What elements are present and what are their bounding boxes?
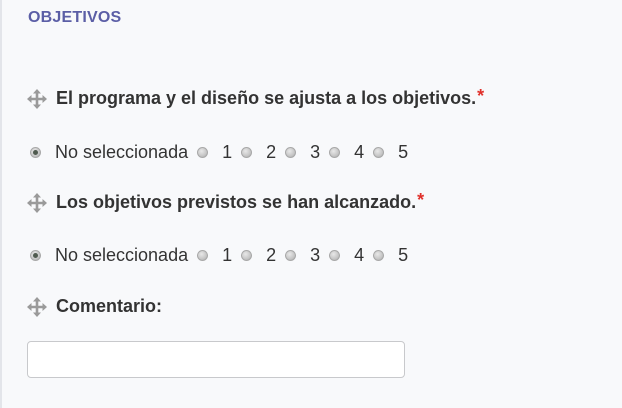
radio-button[interactable] [197, 147, 209, 158]
comment-question: Comentario: [27, 296, 162, 317]
comment-input[interactable] [27, 341, 405, 378]
radio-button[interactable] [241, 250, 253, 261]
option-1[interactable]: 1 [197, 142, 232, 163]
radio-button[interactable] [197, 250, 209, 261]
radio-button[interactable] [241, 147, 253, 158]
option-label: 1 [222, 142, 233, 162]
option-5[interactable]: 5 [373, 142, 408, 163]
option-1[interactable]: 1 [197, 245, 232, 266]
radio-button[interactable] [285, 250, 297, 261]
option-label: 2 [266, 142, 277, 162]
question-label: El programa y el diseño se ajusta a los … [56, 88, 477, 108]
required-asterisk: * [477, 86, 485, 106]
radio-button[interactable] [30, 250, 41, 261]
option-label: 1 [222, 245, 233, 265]
option-5[interactable]: 5 [373, 245, 408, 266]
option-2[interactable]: 2 [241, 245, 276, 266]
move-arrows-icon[interactable] [27, 296, 47, 317]
radio-button[interactable] [285, 147, 297, 158]
radio-button[interactable] [373, 147, 385, 158]
option-4[interactable]: 4 [329, 245, 364, 266]
radio-button[interactable] [329, 250, 341, 261]
radio-button[interactable] [30, 147, 41, 158]
comment-label: Comentario: [56, 296, 163, 316]
option-3[interactable]: 3 [285, 142, 320, 163]
option-3[interactable]: 3 [285, 245, 320, 266]
option-2[interactable]: 2 [241, 142, 276, 163]
question-label: Los objetivos previstos se han alcanzado… [56, 192, 417, 212]
left-border [0, 0, 2, 408]
section-title: OBJETIVOS [28, 9, 122, 26]
option-label: No seleccionada [55, 142, 189, 162]
option-label: 5 [398, 245, 409, 265]
option-label: 2 [266, 245, 277, 265]
option-label: 3 [310, 245, 321, 265]
option-label: 4 [354, 245, 365, 265]
option-label: 4 [354, 142, 365, 162]
move-arrows-icon[interactable] [27, 192, 47, 213]
option-label: 5 [398, 142, 409, 162]
rating-options-2: No seleccionada 1 2 3 4 5 [30, 245, 417, 266]
move-arrows-icon[interactable] [27, 88, 47, 109]
radio-button[interactable] [329, 147, 341, 158]
question-2: Los objetivos previstos se han alcanzado… [27, 190, 425, 213]
option-label: No seleccionada [55, 245, 189, 265]
radio-button[interactable] [373, 250, 385, 261]
option-no-seleccionada[interactable]: No seleccionada [30, 245, 188, 266]
required-asterisk: * [417, 190, 425, 210]
option-4[interactable]: 4 [329, 142, 364, 163]
option-no-seleccionada[interactable]: No seleccionada [30, 142, 188, 163]
question-1: El programa y el diseño se ajusta a los … [27, 86, 485, 109]
option-label: 3 [310, 142, 321, 162]
rating-options-1: No seleccionada 1 2 3 4 5 [30, 142, 417, 163]
